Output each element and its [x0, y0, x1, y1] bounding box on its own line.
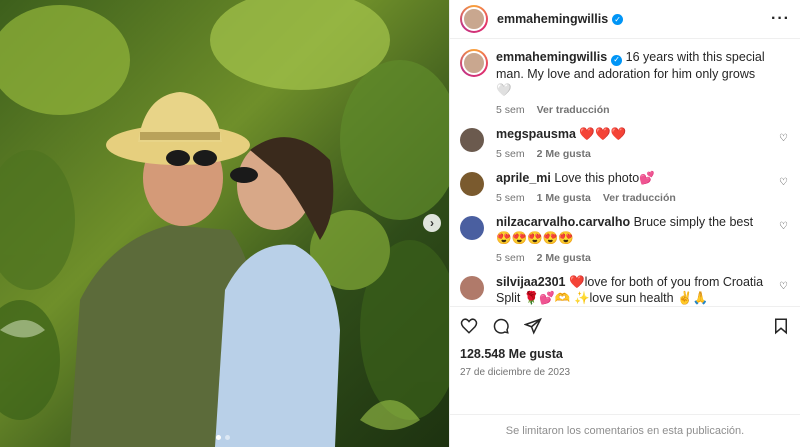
post-actions: 128.548 Me gusta 27 de diciembre de 2023 — [450, 306, 800, 414]
chevron-right-icon: › — [430, 216, 434, 230]
comment-likes[interactable]: 2 Me gusta — [537, 252, 591, 264]
comments-list[interactable]: emmahemingwillis ✓ 16 years with this spe… — [450, 39, 800, 306]
author-username[interactable]: emmahemingwillis — [497, 12, 608, 26]
more-options-icon[interactable]: ··· — [771, 10, 790, 28]
carousel-indicator — [216, 435, 230, 440]
post-date: 27 de diciembre de 2023 — [460, 367, 571, 378]
comment-item: silvijaa2301 ❤️love for both of you from… — [460, 274, 788, 307]
post-side-panel: emmahemingwillis ✓ ··· emmahemingwillis ✓… — [449, 0, 800, 447]
commenter-avatar[interactable] — [460, 171, 484, 196]
commenter-avatar[interactable] — [460, 127, 484, 152]
next-photo-button[interactable]: › — [423, 214, 441, 232]
commenter-avatar[interactable] — [460, 275, 484, 300]
heart-icon[interactable]: ♡ — [779, 133, 788, 144]
comment-translate-link[interactable]: Ver traducción — [603, 192, 676, 204]
heart-icon[interactable]: ♡ — [779, 221, 788, 232]
verified-badge-icon: ✓ — [612, 13, 624, 25]
share-icon[interactable] — [524, 317, 542, 335]
like-count[interactable]: 128.548 Me gusta — [460, 347, 790, 361]
commenter-username[interactable]: megspausma — [496, 127, 576, 141]
post-caption: emmahemingwillis ✓ 16 years with this spe… — [460, 49, 788, 116]
comments-limited-notice: Se limitaron los comentarios en esta pub… — [450, 414, 800, 447]
caption-translate-link[interactable]: Ver traducción — [537, 104, 610, 116]
heart-icon[interactable] — [460, 317, 478, 335]
author-avatar[interactable] — [460, 5, 488, 33]
bookmark-icon[interactable] — [772, 317, 790, 335]
photo-image — [0, 0, 449, 447]
commenter-username[interactable]: nilzacarvalho.carvalho — [496, 215, 630, 229]
instagram-post-view: › emmahemingwillis ✓ ··· emmahemingwilli… — [0, 0, 800, 447]
commenter-username[interactable]: aprile_mi — [496, 171, 551, 185]
comment-item: nilzacarvalho.carvalho Bruce simply the … — [460, 214, 788, 264]
heart-icon[interactable]: ♡ — [779, 177, 788, 188]
carousel-dot-active — [216, 435, 221, 440]
post-photo[interactable]: › — [0, 0, 449, 447]
caption-username[interactable]: emmahemingwillis — [496, 50, 607, 64]
comment-time[interactable]: 5 sem — [496, 192, 525, 204]
commenter-username[interactable]: silvijaa2301 — [496, 275, 566, 289]
caption-avatar[interactable] — [460, 49, 488, 77]
comment-icon[interactable] — [492, 317, 510, 335]
caption-time[interactable]: 5 sem — [496, 104, 525, 116]
heart-icon[interactable]: ♡ — [779, 281, 788, 292]
verified-badge-icon: ✓ — [611, 54, 623, 66]
comment-time[interactable]: 5 sem — [496, 252, 525, 264]
carousel-dot — [225, 435, 230, 440]
comment-likes[interactable]: 2 Me gusta — [537, 148, 591, 160]
comment-likes[interactable]: 1 Me gusta — [537, 192, 591, 204]
comment-text: ❤️❤️❤️ — [579, 126, 627, 141]
post-header: emmahemingwillis ✓ ··· — [450, 0, 800, 39]
comment-item: aprile_mi Love this photo💕 5 sem 1 Me gu… — [460, 170, 788, 204]
comment-item: megspausma ❤️❤️❤️ 5 sem 2 Me gusta ♡ — [460, 126, 788, 160]
commenter-avatar[interactable] — [460, 215, 484, 240]
comment-text: Love this photo💕 — [554, 170, 655, 185]
comment-time[interactable]: 5 sem — [496, 148, 525, 160]
